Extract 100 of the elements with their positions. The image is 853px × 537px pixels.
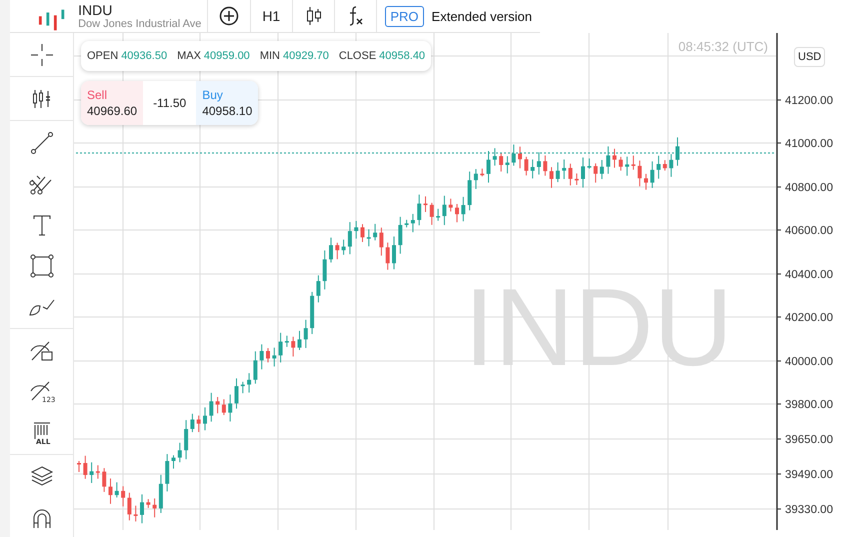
clock-time: 08:45:32 (UTC): [678, 39, 768, 54]
candle: [240, 381, 245, 394]
candle: [430, 202, 434, 226]
candle: [461, 196, 466, 222]
extended-version-link[interactable]: Extended version: [432, 8, 532, 24]
candle: [90, 462, 94, 484]
candle: [436, 208, 440, 222]
plus-circle-icon: [219, 6, 240, 26]
candle: [468, 171, 472, 211]
candle: [404, 219, 409, 228]
axis-label: 40400.00: [785, 269, 833, 281]
text-tool-icon[interactable]: [32, 214, 52, 236]
candle: [524, 156, 528, 176]
axis-label: 40000.00: [785, 356, 833, 368]
axis-label: 41200.00: [785, 95, 833, 107]
candle: [618, 156, 623, 172]
symbol-name: INDU: [78, 2, 114, 18]
candle: [480, 168, 484, 177]
candle: [530, 159, 535, 179]
axis-label: 39650.00: [785, 434, 833, 446]
candles-logo-icon: [38, 8, 66, 32]
candle: [556, 162, 560, 183]
candle: [574, 172, 579, 186]
rectangle-icon[interactable]: [30, 254, 54, 278]
candle: [568, 163, 572, 186]
sell-button[interactable]: Sell 40969.60: [81, 81, 144, 125]
candle: [134, 505, 138, 522]
ohlc-value: 40958.40: [379, 50, 426, 62]
candle: [190, 413, 194, 433]
candle: [196, 415, 201, 433]
currency-badge[interactable]: USD: [794, 47, 826, 67]
axis-label: 40200.00: [785, 312, 833, 324]
candle: [298, 330, 302, 351]
ohlc-value: 40929.70: [282, 50, 329, 62]
axis-label: 39330.00: [785, 504, 833, 516]
candle: [228, 394, 232, 422]
candle: [121, 486, 126, 507]
candle: [102, 468, 106, 492]
candle: [348, 222, 352, 255]
candle: [178, 442, 182, 463]
candle: [650, 160, 654, 188]
candle: [108, 478, 112, 504]
ohlc-value: 40936.50: [121, 50, 168, 62]
candle: [676, 136, 680, 166]
candle: [260, 344, 264, 370]
candle: [146, 498, 150, 508]
layers-icon[interactable]: [30, 464, 54, 488]
candlestick-icon: [306, 6, 322, 26]
candle: [638, 160, 642, 187]
ohlc-value: 40959.00: [204, 50, 250, 62]
crosshair-icon[interactable]: [30, 42, 54, 66]
candle: [656, 155, 661, 180]
candle: [505, 156, 510, 174]
candle: [417, 194, 422, 226]
candle: [550, 166, 554, 188]
candle: [114, 482, 119, 498]
candle: [316, 274, 320, 303]
symbol-description: Dow Jones Industrial Ave: [78, 18, 202, 30]
axis-label: 40800.00: [785, 182, 833, 194]
candle: [127, 492, 132, 521]
candle: [165, 454, 170, 492]
candle: [410, 213, 415, 233]
candle: [172, 454, 176, 470]
magnet-icon[interactable]: [30, 508, 52, 528]
candle: [366, 228, 371, 247]
pro-badge[interactable]: PRO: [385, 6, 424, 26]
candle: [310, 291, 314, 335]
candle: [644, 173, 648, 190]
candlestick-icon[interactable]: [32, 90, 52, 108]
line-tool-icon[interactable]: [30, 130, 54, 154]
buy-button[interactable]: Buy 40958.10: [196, 81, 258, 125]
candle: [216, 396, 220, 414]
ohlc-label: CLOSE: [338, 50, 376, 62]
candle: [272, 347, 276, 367]
candle: [392, 236, 396, 270]
candle: [606, 146, 610, 174]
candle: [594, 162, 598, 184]
candle: [581, 156, 585, 188]
candle: [234, 378, 238, 410]
candle: [284, 335, 289, 348]
axis-label: 39800.00: [785, 399, 833, 411]
candle: [278, 332, 283, 363]
candle: [96, 464, 100, 480]
candle: [631, 155, 636, 170]
candle: [304, 319, 308, 349]
candle: [662, 160, 667, 172]
candle: [518, 146, 522, 169]
candle: [386, 242, 390, 270]
candle: [266, 348, 270, 363]
eye-crossed-icon[interactable]: [28, 340, 54, 362]
candle: [512, 144, 516, 166]
ohlc-label: OPEN: [87, 50, 118, 62]
candle: [184, 420, 188, 460]
candle: [360, 224, 364, 242]
candle: [140, 494, 144, 524]
axis-label: 39490.00: [785, 469, 833, 481]
candle: [669, 154, 674, 178]
candle: [253, 350, 258, 384]
candle: [455, 204, 459, 223]
candle: [536, 152, 541, 176]
